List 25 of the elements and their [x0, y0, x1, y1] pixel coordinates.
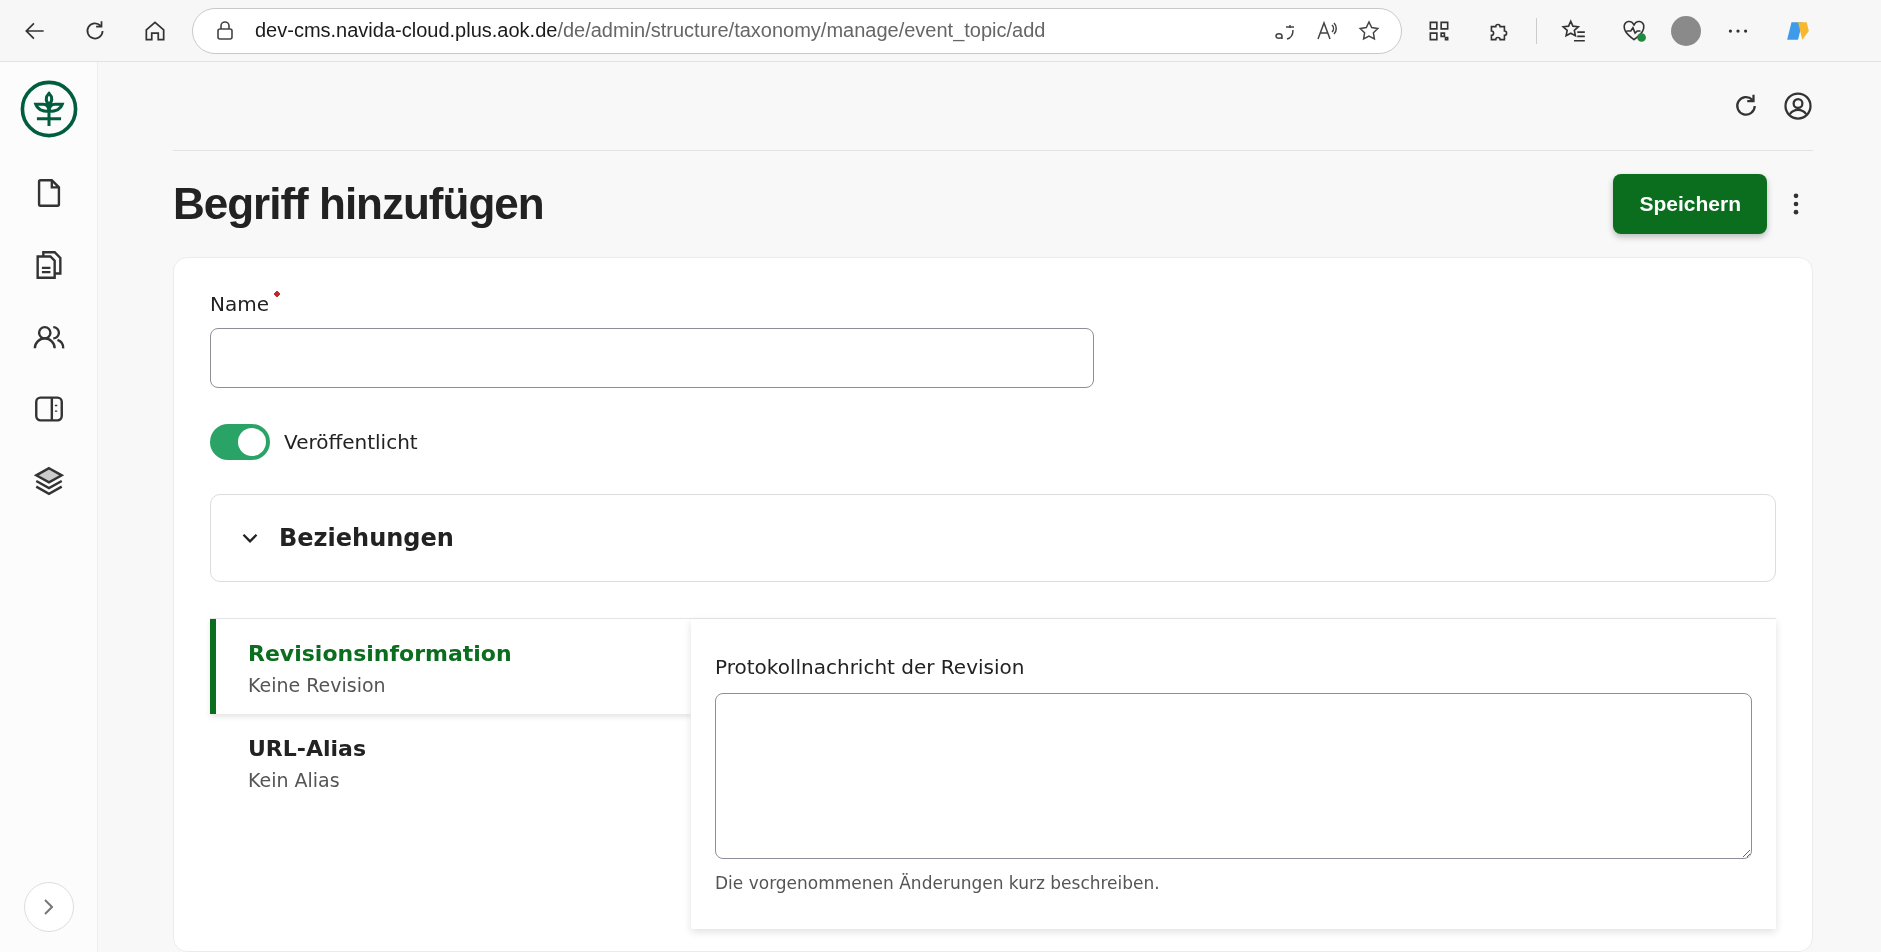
- avatar[interactable]: [1671, 15, 1701, 46]
- field-description: Die vorgenommenen Änderungen kurz beschreiben.: [715, 873, 1161, 893]
- chevron-right-icon: [44, 899, 53, 915]
- field-label: Protokollnachricht der Revision: [715, 655, 1026, 679]
- relations-accordion[interactable]: Beziehungen: [210, 494, 1776, 582]
- favorites-icon[interactable]: [1561, 17, 1587, 44]
- logo-icon[interactable]: [19, 80, 78, 138]
- url-text: dev-cms.navida-cloud.plus.aok.de/de/admin/structure/taxonomy/manage/event_topic/add: [255, 19, 1046, 42]
- tab-title: URL-Alias: [248, 736, 367, 761]
- tab-title: Revisionsinformation: [248, 641, 513, 666]
- field-label: Name: [210, 292, 269, 316]
- vertical-tab[interactable]: URL-Alias Kein Alias: [210, 714, 691, 809]
- vertical-tab[interactable]: Revisionsinformation Keine Revision: [210, 619, 691, 714]
- layers-icon[interactable]: [31, 464, 66, 498]
- page-title: Begriff hinzufügen: [173, 179, 545, 229]
- user-icon[interactable]: [1783, 91, 1813, 121]
- name-input-field[interactable]: [210, 328, 1094, 388]
- tab-summary: Keine Revision: [248, 674, 387, 696]
- save-button[interactable]: Speichern: [1613, 174, 1767, 234]
- revision-log-field[interactable]: [715, 693, 1752, 859]
- star-icon[interactable]: [1357, 18, 1381, 43]
- toggle-switch[interactable]: [210, 424, 270, 460]
- tab-summary: Kein Alias: [248, 769, 341, 791]
- address-bar[interactable]: dev-cms.navida-cloud.plus.aok.de/de/admin/structure/taxonomy/manage/event_topic/add: [192, 7, 1402, 54]
- toggle-label: Veröffentlicht: [284, 430, 418, 454]
